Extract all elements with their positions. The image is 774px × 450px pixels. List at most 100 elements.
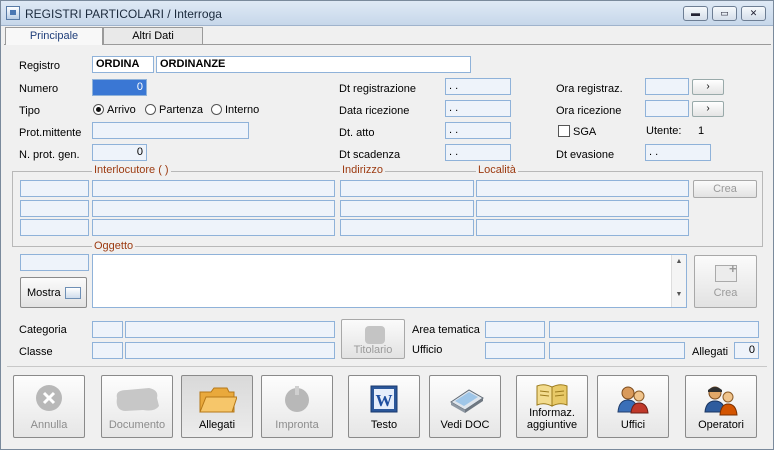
ora-ricezione-button[interactable]: ›	[692, 101, 724, 117]
area-tematica-code-field[interactable]	[485, 321, 545, 338]
testo-button[interactable]: W Testo	[348, 375, 420, 438]
folder-icon	[199, 387, 237, 413]
toolbar-divider	[7, 366, 767, 367]
ora-registraz-button[interactable]: ›	[692, 79, 724, 95]
svg-text:W: W	[376, 391, 393, 410]
tab-altri-dati[interactable]: Altri Dati	[103, 27, 203, 44]
radio-partenza[interactable]	[145, 104, 156, 115]
minimize-button[interactable]: ▬	[683, 6, 708, 21]
close-button[interactable]: ✕	[741, 6, 766, 21]
categoria-label: Categoria	[19, 324, 67, 336]
annulla-button[interactable]: Annulla	[13, 375, 85, 438]
radio-arrivo-label: Arrivo	[107, 104, 136, 116]
allegati-button[interactable]: Allegati	[181, 375, 253, 438]
prot-mittente-field[interactable]	[92, 122, 249, 139]
vedi-doc-button[interactable]: Vedi DOC	[429, 375, 501, 438]
classe-code-field[interactable]	[92, 342, 123, 359]
dt-atto-field[interactable]: . .	[445, 122, 511, 139]
interlocutore-name-field[interactable]	[92, 200, 335, 217]
mostra-button[interactable]: Mostra	[20, 277, 87, 308]
nprot-field[interactable]: 0	[92, 144, 147, 161]
localita-field[interactable]	[476, 219, 689, 236]
data-ricezione-field[interactable]: . .	[445, 100, 511, 117]
sga-checkbox[interactable]	[558, 125, 570, 137]
dt-registrazione-field[interactable]: . .	[445, 78, 511, 95]
registro-label: Registro	[19, 60, 60, 72]
users-icon	[617, 386, 649, 414]
oggetto-textarea[interactable]	[92, 254, 687, 308]
impronta-label: Impronta	[275, 419, 319, 431]
registro-desc-field[interactable]: ORDINANZE	[156, 56, 471, 73]
indirizzo-field[interactable]	[340, 180, 474, 197]
ora-ricezione-field[interactable]	[645, 100, 689, 117]
informazioni-aggiuntive-button[interactable]: Informaz. aggiuntive	[516, 375, 588, 438]
dt-scadenza-label: Dt scadenza	[339, 149, 401, 161]
radio-interno-label: Interno	[225, 104, 260, 116]
tab-principale[interactable]: Principale	[5, 27, 103, 45]
app-window-icon	[6, 6, 20, 20]
ufficio-code-field[interactable]	[485, 342, 545, 359]
indirizzo-field[interactable]	[340, 219, 474, 236]
dt-atto-label: Dt. atto	[339, 127, 375, 139]
titolario-button[interactable]: Titolario	[341, 319, 405, 359]
impronta-button[interactable]: Impronta	[261, 375, 333, 438]
informazioni-aggiuntive-label: Informaz. aggiuntive	[517, 407, 587, 431]
radio-partenza-label: Partenza	[159, 104, 204, 116]
ufficio-desc-field[interactable]	[549, 342, 685, 359]
registro-code-field[interactable]: ORDINA	[92, 56, 154, 73]
window-title: REGISTRI PARTICOLARI / Interroga	[25, 7, 222, 21]
informazioni-line1: Informaz.	[529, 407, 575, 419]
interlocutore-name-field[interactable]	[92, 180, 335, 197]
uffici-button[interactable]: Uffici	[597, 375, 669, 438]
localita-field[interactable]	[476, 180, 689, 197]
utente-value: 1	[698, 125, 705, 137]
classe-label: Classe	[19, 346, 53, 358]
informazioni-line2: aggiuntive	[526, 419, 578, 431]
title-bar: REGISTRI PARTICOLARI / Interroga ▬ ▭ ✕	[1, 1, 773, 26]
word-document-icon: W	[370, 385, 398, 413]
area-tematica-desc-field[interactable]	[549, 321, 759, 338]
localita-field[interactable]	[476, 200, 689, 217]
cancel-icon	[36, 385, 62, 411]
radio-interno[interactable]	[211, 104, 222, 115]
titolario-label: Titolario	[353, 344, 393, 356]
crea-interlocutore-button[interactable]: Crea	[693, 180, 757, 198]
area-tematica-label: Area tematica	[412, 324, 480, 336]
localita-label: Località	[476, 164, 518, 176]
scroll-down-arrow[interactable]: ▼	[672, 291, 686, 298]
numero-label: Numero	[19, 83, 59, 95]
radio-arrivo[interactable]	[93, 104, 104, 115]
dt-scadenza-field[interactable]: . .	[445, 144, 511, 161]
indirizzo-label: Indirizzo	[340, 164, 385, 176]
categoria-code-field[interactable]	[92, 321, 123, 338]
oggetto-scrollbar[interactable]: ▲ ▼	[671, 255, 686, 307]
mostra-label: Mostra	[27, 287, 61, 299]
maximize-button[interactable]: ▭	[712, 6, 737, 21]
archive-icon	[365, 326, 385, 344]
tab-label: Principale	[29, 30, 79, 42]
oggetto-code-field[interactable]	[20, 254, 89, 271]
numero-field[interactable]: 0	[92, 79, 147, 96]
allegati-count-label: Allegati	[692, 346, 729, 358]
documento-button[interactable]: Documento	[101, 375, 173, 438]
categoria-desc-field[interactable]	[125, 321, 335, 338]
interlocutore-code-field[interactable]	[20, 200, 89, 217]
crea-oggetto-button[interactable]: + Crea	[694, 255, 757, 308]
dt-evasione-label: Dt evasione	[556, 149, 615, 161]
operatori-button[interactable]: Operatori	[685, 375, 757, 438]
classe-desc-field[interactable]	[125, 342, 335, 359]
nprot-label: N. prot. gen.	[19, 149, 80, 161]
ora-registraz-field[interactable]	[645, 78, 689, 95]
utente-label: Utente:	[646, 125, 682, 137]
interlocutore-code-field[interactable]	[20, 180, 89, 197]
tipo-label: Tipo	[19, 105, 40, 117]
interlocutore-code-field[interactable]	[20, 219, 89, 236]
fingerprint-icon	[285, 386, 309, 412]
ora-ricezione-label: Ora ricezione	[556, 105, 622, 117]
scanner-view-icon	[450, 389, 484, 413]
scroll-up-arrow[interactable]: ▲	[672, 258, 686, 265]
testo-label: Testo	[370, 419, 398, 431]
indirizzo-field[interactable]	[340, 200, 474, 217]
dt-evasione-field[interactable]: . .	[645, 144, 711, 161]
interlocutore-name-field[interactable]	[92, 219, 335, 236]
